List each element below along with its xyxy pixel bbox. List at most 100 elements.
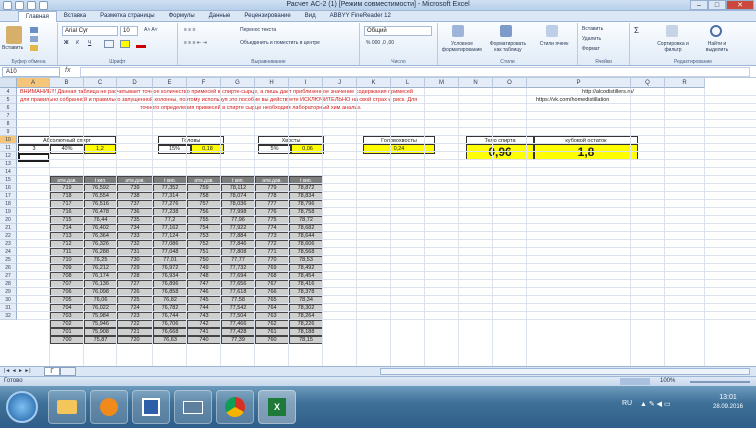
name-box[interactable]: A10	[2, 67, 60, 77]
row-header-6[interactable]: 6	[0, 104, 17, 112]
table-cell[interactable]: 742	[187, 320, 221, 328]
tab-data[interactable]: Данные	[202, 11, 238, 22]
grow-font-button[interactable]: A˄ A˅	[144, 27, 158, 33]
row-header-29[interactable]: 29	[0, 288, 17, 296]
merge-center-button[interactable]: Объединить и поместить в центре	[240, 40, 320, 46]
zoom-slider[interactable]	[690, 381, 750, 383]
table-cell[interactable]: 78,226	[289, 320, 323, 328]
delete-cells-button[interactable]: Удалить	[582, 36, 601, 42]
table-cell[interactable]: 700	[50, 336, 84, 344]
row-header-25[interactable]: 25	[0, 256, 17, 264]
format-table-icon[interactable]	[500, 25, 512, 37]
format-cells-button[interactable]: Формат	[582, 46, 600, 52]
save-floppy-icon[interactable]	[132, 390, 170, 424]
column-header-d[interactable]: D	[117, 78, 153, 88]
table-cell[interactable]: 77,39	[221, 336, 255, 344]
column-header-b[interactable]: B	[50, 78, 84, 88]
sort-filter-button[interactable]: Сортировка и фильтр	[656, 41, 690, 53]
autosum-icon[interactable]: Σ	[634, 26, 639, 35]
table-cell[interactable]: 721	[117, 328, 153, 336]
column-header-p[interactable]: P	[527, 78, 631, 88]
percent-button[interactable]: % 000 ,0 ,00	[366, 40, 394, 46]
table-cell[interactable]: 75,946	[84, 320, 117, 328]
row-header-32[interactable]: 32	[0, 312, 17, 320]
tab-page-layout[interactable]: Разметка страницы	[93, 11, 161, 22]
format-as-table-button[interactable]: Форматировать как таблицу	[486, 41, 530, 53]
clock-date[interactable]: 28.09.2016	[706, 404, 750, 410]
column-header-e[interactable]: E	[153, 78, 187, 88]
table-cell[interactable]: 77,428	[221, 328, 255, 336]
tails-percent[interactable]: 5%	[258, 144, 291, 154]
sheet-tab[interactable]: Г	[44, 367, 60, 376]
formula-input[interactable]	[80, 67, 750, 77]
column-header-c[interactable]: C	[84, 78, 117, 88]
abs-spirit-percent[interactable]: 40%	[50, 144, 84, 154]
column-header-o[interactable]: O	[493, 78, 527, 88]
row-header-5[interactable]: 5	[0, 96, 17, 104]
tab-abbyy[interactable]: ABBYY FineReader 12	[323, 11, 398, 22]
tab-view[interactable]: Вид	[298, 11, 323, 22]
font-name-select[interactable]: Arial Cyr	[62, 26, 118, 36]
cut-icon[interactable]	[30, 27, 38, 33]
align-left-button[interactable]: ≡ ≡ ≡ ⇤ ⇥	[184, 40, 207, 46]
row-header-28[interactable]: 28	[0, 280, 17, 288]
mail-icon[interactable]	[174, 390, 212, 424]
column-header-q[interactable]: Q	[631, 78, 665, 88]
find-select-button[interactable]: Найти и выделить	[696, 41, 738, 53]
minimize-button[interactable]: –	[690, 0, 708, 10]
row-header-15[interactable]: 15	[0, 176, 17, 184]
column-header-a[interactable]: A	[17, 78, 50, 88]
row-header-17[interactable]: 17	[0, 192, 17, 200]
table-cell[interactable]: 722	[117, 320, 153, 328]
maximize-button[interactable]: □	[708, 0, 726, 10]
row-header-4[interactable]: 4	[0, 88, 17, 96]
row-header-8[interactable]: 8	[0, 120, 17, 128]
table-cell[interactable]: 701	[50, 328, 84, 336]
table-cell[interactable]: 741	[187, 328, 221, 336]
chrome-icon[interactable]	[216, 390, 254, 424]
row-header-20[interactable]: 20	[0, 216, 17, 224]
table-cell[interactable]: 740	[187, 336, 221, 344]
tab-insert[interactable]: Вставка	[57, 11, 93, 22]
tray-icons[interactable]: ▲ ✎ ◀ ▭	[640, 400, 671, 408]
row-header-10[interactable]: 10	[0, 136, 17, 144]
clock-time[interactable]: 13:01	[706, 394, 750, 401]
fx-icon[interactable]: fx	[65, 67, 70, 74]
table-cell[interactable]: 760	[255, 336, 289, 344]
media-player-icon[interactable]	[90, 390, 128, 424]
row-header-31[interactable]: 31	[0, 304, 17, 312]
explorer-icon[interactable]	[48, 390, 86, 424]
row-header-30[interactable]: 30	[0, 296, 17, 304]
row-header-13[interactable]: 13	[0, 160, 17, 168]
font-size-select[interactable]: 10	[120, 26, 138, 36]
table-cell[interactable]: 76,706	[153, 320, 187, 328]
fill-color-icon[interactable]	[120, 40, 130, 48]
spreadsheet-grid[interactable]: ВНИМАНИЕ!!! Данная таблица не расчитывае…	[0, 78, 756, 366]
column-header-f[interactable]: F	[187, 78, 221, 88]
paste-icon[interactable]	[6, 26, 22, 44]
tab-review[interactable]: Рецензирование	[237, 11, 297, 22]
italic-button[interactable]: К	[76, 40, 79, 46]
font-color-icon[interactable]	[136, 40, 146, 48]
table-cell[interactable]: 75,87	[84, 336, 117, 344]
close-button[interactable]: ✕	[726, 0, 754, 10]
row-header-22[interactable]: 22	[0, 232, 17, 240]
row-header-12[interactable]: 12	[0, 152, 17, 160]
cell-styles-button[interactable]: Стили ячеек	[534, 41, 574, 47]
row-header-21[interactable]: 21	[0, 224, 17, 232]
insert-cells-button[interactable]: Вставить	[582, 26, 603, 32]
find-icon[interactable]	[710, 25, 722, 37]
select-all-corner[interactable]	[0, 78, 17, 88]
row-header-16[interactable]: 16	[0, 184, 17, 192]
active-cell[interactable]	[18, 153, 50, 162]
borders-icon[interactable]	[104, 40, 114, 48]
tab-formulas[interactable]: Формулы	[162, 11, 202, 22]
zoom-level[interactable]: 100%	[660, 378, 675, 384]
start-icon[interactable]	[6, 391, 38, 423]
cell-styles-icon[interactable]	[546, 25, 558, 37]
language-indicator[interactable]: RU	[622, 400, 632, 407]
table-cell[interactable]: 77,466	[221, 320, 255, 328]
conditional-format-button[interactable]: Условное форматирование	[440, 41, 484, 53]
table-cell[interactable]: 76,668	[153, 328, 187, 336]
format-painter-icon[interactable]	[30, 45, 38, 51]
